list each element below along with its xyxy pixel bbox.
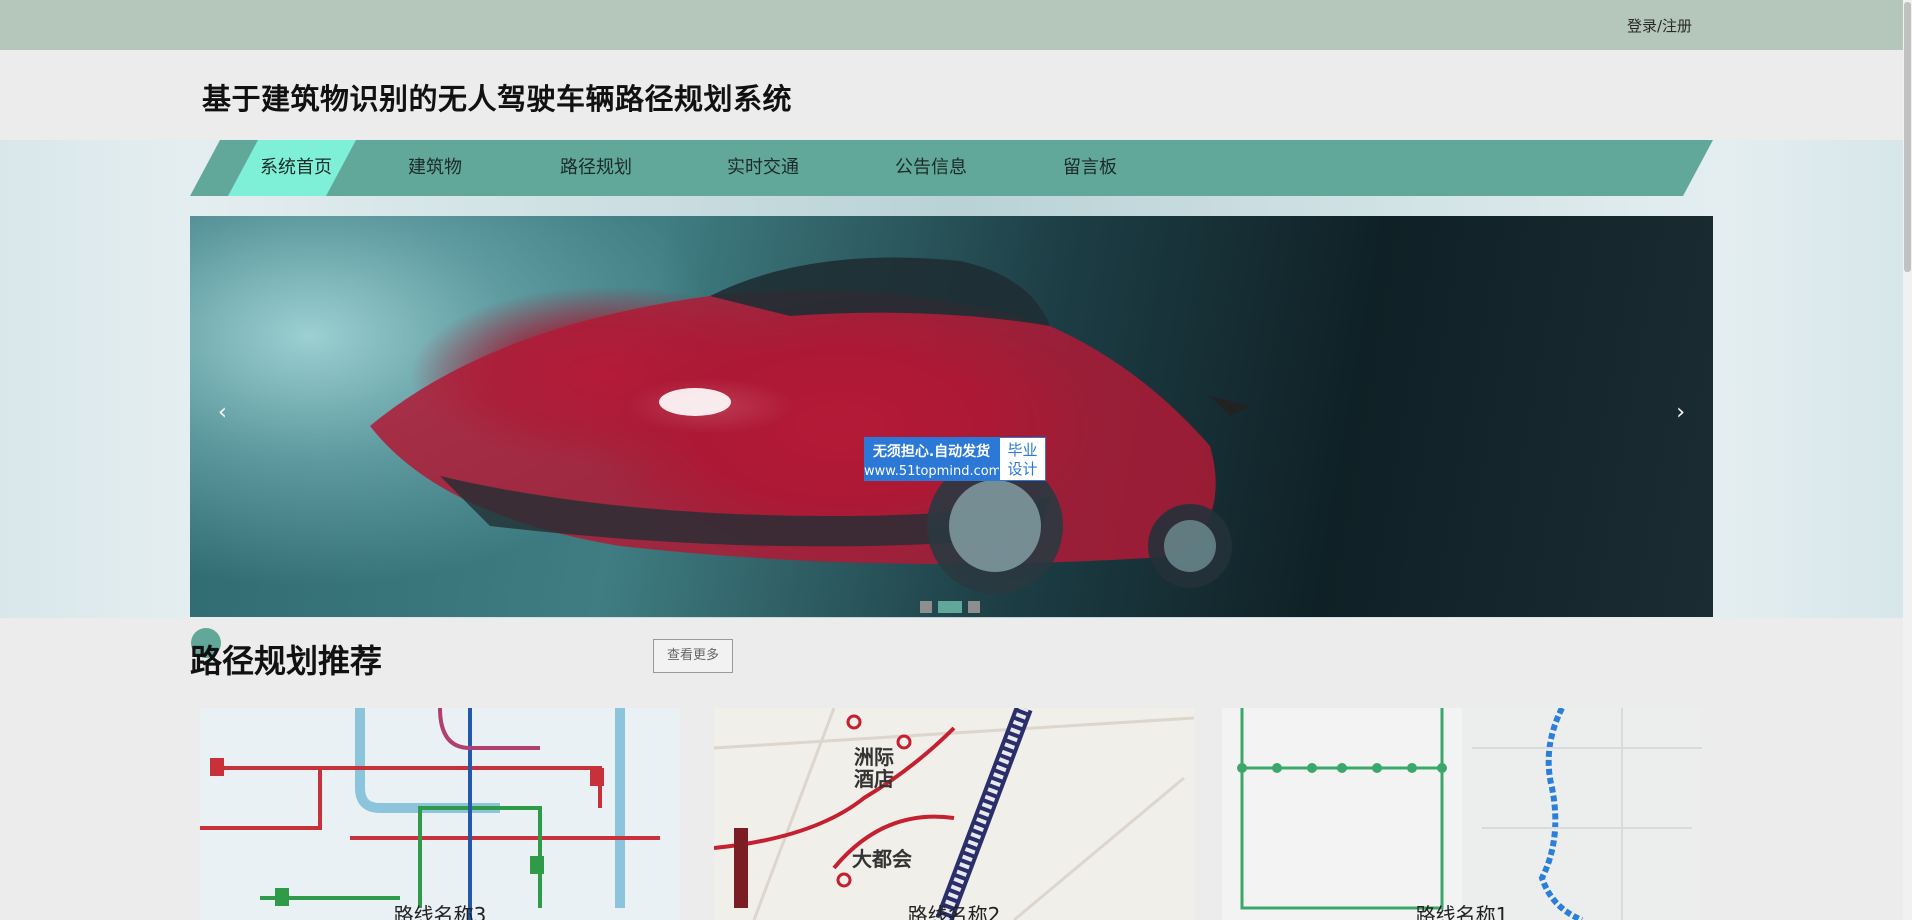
banner-car-image xyxy=(370,257,1250,594)
carousel-indicators xyxy=(920,601,980,613)
carousel-dot-active[interactable] xyxy=(938,601,962,613)
route-card-caption: 路线名称3 xyxy=(393,903,487,920)
watermark-line2: www.51topmind.com xyxy=(864,464,1002,479)
site-header: 基于建筑物识别的无人驾驶车辆路径规划系统 xyxy=(0,50,1912,140)
bus-route-map-image xyxy=(1222,708,1702,920)
watermark-line1: 无须担心.自动发货 xyxy=(872,444,991,460)
page-scrollbar[interactable] xyxy=(1903,0,1912,920)
watermark-tag-line1: 毕业 xyxy=(1007,441,1038,459)
route-card[interactable]: 路线名称1 xyxy=(1222,708,1702,920)
route-card-caption: 路线名称2 xyxy=(907,903,1001,920)
nav-item-home[interactable]: 系统首页 xyxy=(260,140,332,196)
route-card-caption: 路线名称1 xyxy=(1415,903,1509,920)
hero-carousel[interactable]: ‹ › xyxy=(190,216,1713,617)
subway-map-image xyxy=(200,708,680,920)
watermark-tag-line2: 设计 xyxy=(1007,460,1038,478)
watermark-blue-panel: 无须担心.自动发货 www.51topmind.com xyxy=(864,437,1002,481)
carousel-prev-arrow[interactable]: ‹ xyxy=(218,400,227,425)
scrollbar-thumb[interactable] xyxy=(1904,2,1911,272)
view-more-button[interactable]: 查看更多 xyxy=(653,639,733,673)
nav-item-route-planning[interactable]: 路径规划 xyxy=(560,140,632,196)
site-title: 基于建筑物识别的无人驾驶车辆路径规划系统 xyxy=(202,82,793,116)
svg-text:洲际: 洲际 xyxy=(854,746,894,769)
top-bar: 登录/注册 xyxy=(0,0,1912,50)
carousel-dot[interactable] xyxy=(920,601,932,613)
route-card[interactable]: 路线名称3 xyxy=(200,708,680,920)
section-title: 路径规划推荐 xyxy=(190,642,383,680)
street-map-image: 洲际 酒店 大都会 xyxy=(714,708,1194,920)
nav-item-announcements[interactable]: 公告信息 xyxy=(895,140,967,196)
svg-text:酒店: 酒店 xyxy=(854,768,894,791)
main-nav: 系统首页 建筑物 路径规划 实时交通 公告信息 留言板 xyxy=(190,140,1713,196)
carousel-next-arrow[interactable]: › xyxy=(1676,400,1685,425)
nav-item-live-traffic[interactable]: 实时交通 xyxy=(727,140,799,196)
nav-item-buildings[interactable]: 建筑物 xyxy=(408,140,462,196)
watermark-badge: 无须担心.自动发货 www.51topmind.com 毕业 设计 xyxy=(864,437,1046,481)
watermark-tag: 毕业 设计 xyxy=(999,437,1046,481)
svg-text:大都会: 大都会 xyxy=(852,847,912,871)
nav-item-message-board[interactable]: 留言板 xyxy=(1063,140,1117,196)
route-card[interactable]: 洲际 酒店 大都会 路线名称2 xyxy=(714,708,1194,920)
carousel-dot[interactable] xyxy=(968,601,980,613)
login-register-link[interactable]: 登录/注册 xyxy=(1627,15,1692,36)
